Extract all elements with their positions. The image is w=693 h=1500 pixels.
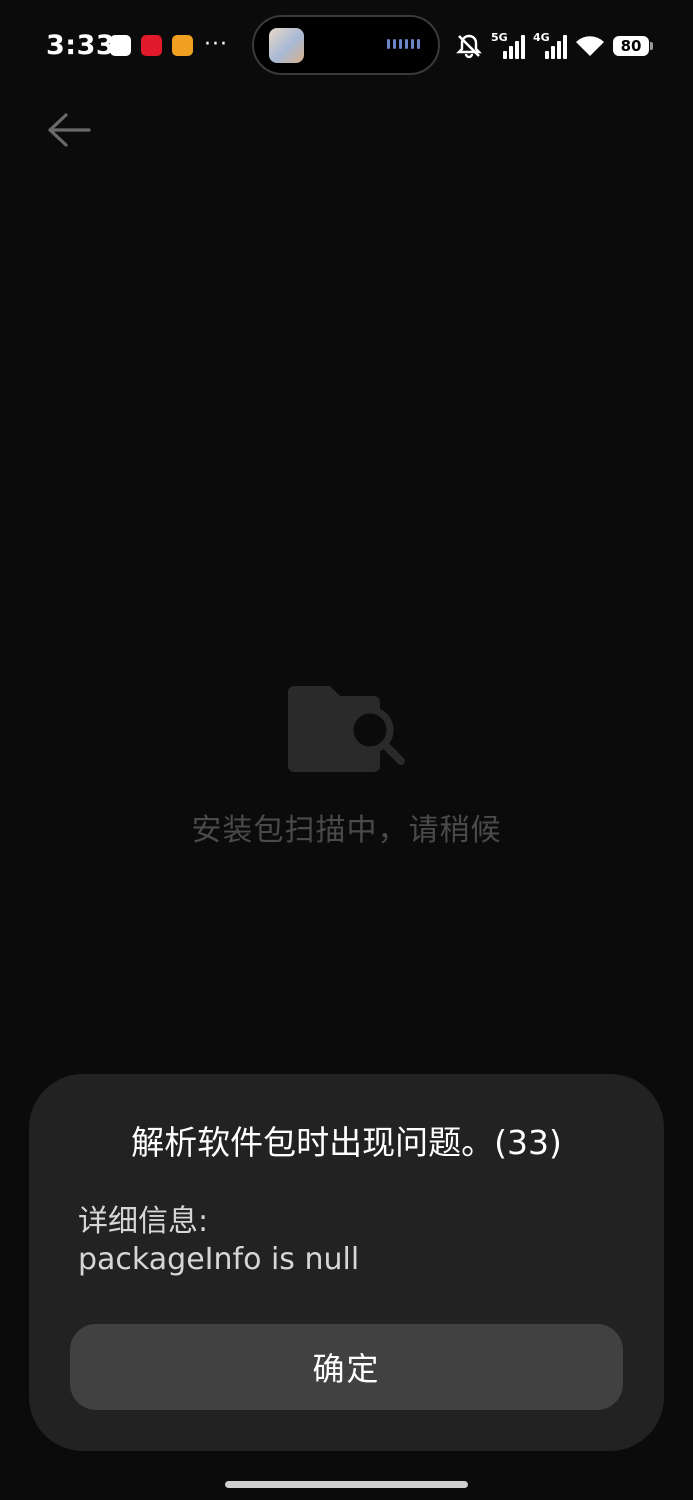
dialog-detail-label: 详细信息: [78,1204,209,1239]
audio-wave-icon [387,39,420,49]
mute-icon [456,34,482,59]
error-dialog: 解析软件包时出现问题。(33) 详细信息: packageInfo is nul… [29,1074,664,1451]
dynamic-island[interactable] [252,15,440,75]
scan-status-text: 安装包扫描中，请稍候 [191,813,502,848]
media-thumbnail [269,28,304,63]
status-time: 3:33 [46,30,116,61]
dialog-title: 解析软件包时出现问题。(33) [131,1123,562,1162]
battery-icon: 80 [613,36,653,56]
screen: 3:33 ··· 5G 4G 80 安装包扫描中，请稍候 解析软件包时出现问题。… [0,0,693,1500]
status-icons: 5G 4G 80 [455,30,653,62]
status-bar: 3:33 ··· 5G 4G 80 [0,0,693,92]
back-button[interactable] [42,106,98,156]
confirm-button[interactable]: 确定 [70,1324,623,1410]
wifi-icon [576,36,604,56]
signal-5g-icon: 5G [491,31,525,59]
home-indicator[interactable] [225,1481,468,1488]
more-notifications-icon: ··· [204,32,228,57]
mail-icon [172,35,193,56]
folder-search-icon [288,686,405,772]
signal-4g-icon: 4G [533,31,567,59]
xiaohongshu-icon [141,35,162,56]
dialog-detail-value: packageInfo is null [78,1242,360,1277]
qq-icon [110,35,131,56]
back-arrow-icon [48,113,91,147]
